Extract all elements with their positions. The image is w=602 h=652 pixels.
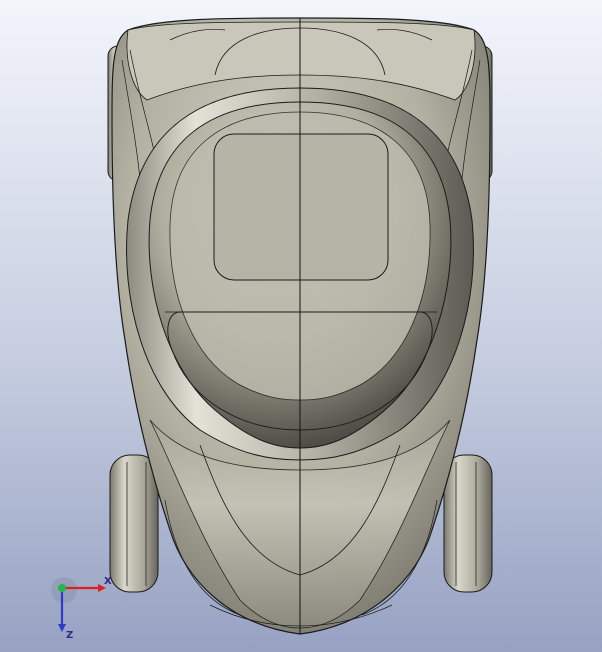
- z-axis-arrow-icon: [58, 624, 66, 632]
- car-model-view[interactable]: [0, 0, 602, 652]
- reference-triad[interactable]: X Z: [46, 570, 116, 640]
- front-wheel-left[interactable]: [109, 454, 159, 593]
- front-wheel-right[interactable]: [443, 454, 493, 593]
- dashboard-panel[interactable]: [213, 133, 389, 281]
- x-axis-label: X: [104, 576, 112, 587]
- z-axis-label: Z: [66, 630, 73, 640]
- y-axis-dot-icon: [58, 584, 66, 592]
- graphics-viewport[interactable]: X Z: [0, 0, 602, 652]
